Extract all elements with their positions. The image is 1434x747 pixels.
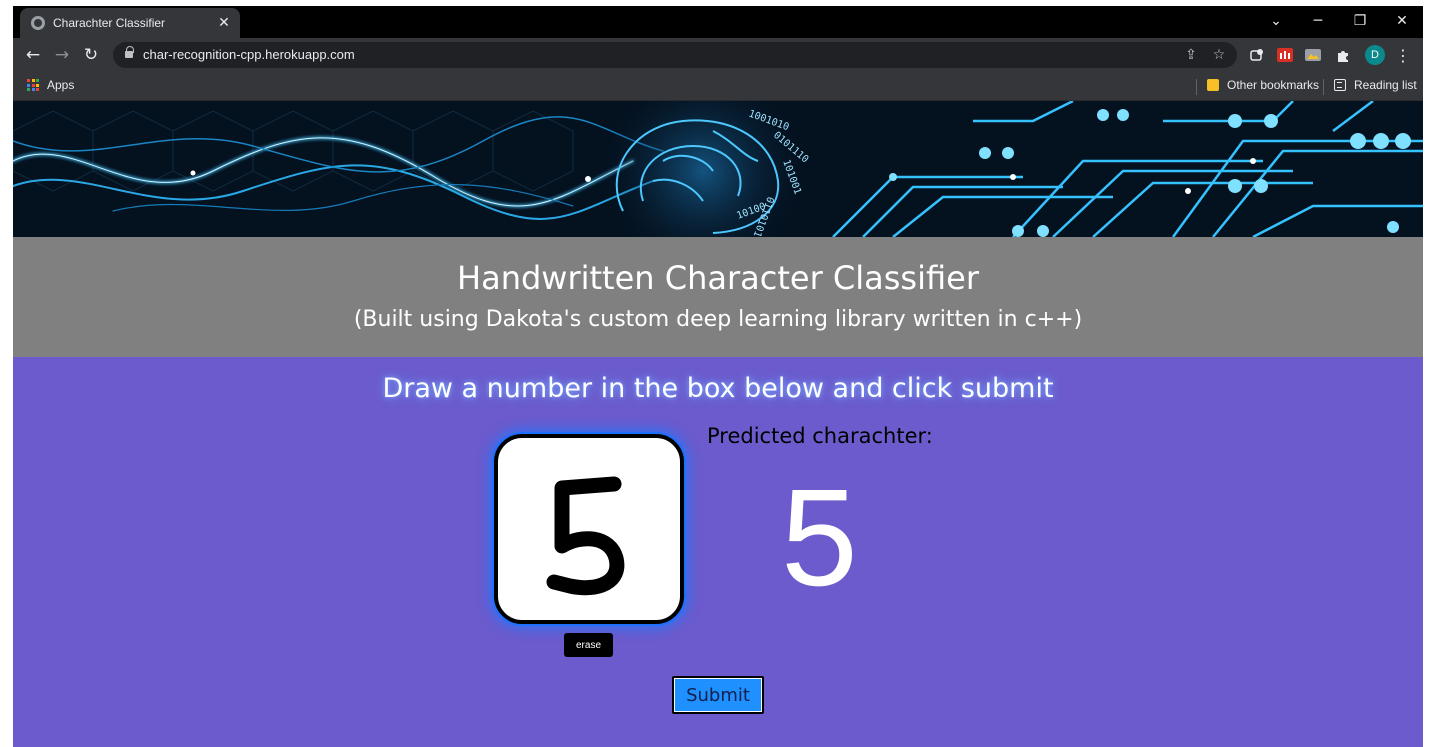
- extension-image-icon[interactable]: [1305, 47, 1321, 63]
- globe-icon: [31, 16, 45, 30]
- instruction-text: Draw a number in the box below and click…: [382, 373, 1054, 404]
- restore-icon[interactable]: ❐: [1339, 6, 1381, 36]
- other-bookmarks[interactable]: Other bookmarks: [1207, 78, 1319, 92]
- drawn-digit-stroke: [546, 476, 625, 596]
- prediction-value: 5: [781, 461, 858, 615]
- hero-banner-image: 1001010 0101110 101001 0110101 10100: [13, 101, 1423, 237]
- star-icon[interactable]: ☆: [1209, 45, 1229, 65]
- erase-button[interactable]: erase: [564, 633, 613, 657]
- kebab-menu-icon[interactable]: ⋮: [1395, 43, 1411, 67]
- other-bookmarks-label: Other bookmarks: [1227, 78, 1320, 92]
- page-subtitle: (Built using Dakota's custom deep learni…: [353, 307, 1083, 332]
- submit-button[interactable]: Submit: [672, 676, 764, 714]
- extension-icon[interactable]: [1249, 47, 1265, 63]
- bookmarks-divider: [1196, 79, 1197, 95]
- drawing-canvas[interactable]: [494, 434, 684, 624]
- page-title: Handwritten Character Classifier: [457, 259, 979, 297]
- tab-search-icon[interactable]: ⌄: [1255, 6, 1297, 36]
- minimize-icon[interactable]: ─: [1297, 6, 1339, 36]
- page-content: 1001010 0101110 101001 0110101 10100 Han…: [13, 101, 1423, 747]
- apps-grid-icon: [27, 79, 39, 91]
- apps-bookmark[interactable]: Apps: [27, 78, 74, 92]
- reading-list-icon: [1334, 79, 1346, 91]
- profile-avatar[interactable]: D: [1365, 45, 1385, 65]
- tab-strip: Charachter Classifier ✕ ⌄ ─ ❐ ✕: [13, 6, 1423, 38]
- back-icon[interactable]: ←: [21, 43, 45, 67]
- extension-red-icon[interactable]: [1277, 47, 1293, 63]
- reload-icon[interactable]: ↻: [79, 43, 103, 67]
- bookmarks-bar: Apps Other bookmarks Reading list: [13, 72, 1423, 101]
- close-window-icon[interactable]: ✕: [1381, 6, 1423, 36]
- forward-icon[interactable]: →: [50, 43, 74, 67]
- bookmarks-divider: [1323, 79, 1324, 95]
- tab-title: Charachter Classifier: [53, 16, 166, 30]
- browser-toolbar: ← → ↻ char-recognition-cpp.herokuapp.com…: [13, 38, 1423, 72]
- browser-window: Charachter Classifier ✕ ⌄ ─ ❐ ✕ ← → ↻ ch…: [13, 6, 1423, 747]
- page-header: Handwritten Character Classifier (Built …: [13, 237, 1423, 357]
- prediction-label: Predicted charachter:: [707, 424, 933, 448]
- apps-label: Apps: [47, 78, 75, 92]
- classifier-section: Draw a number in the box below and click…: [13, 357, 1423, 747]
- extensions-puzzle-icon[interactable]: [1335, 47, 1351, 63]
- share-icon[interactable]: ⇪: [1181, 45, 1201, 65]
- reading-list[interactable]: Reading list: [1334, 78, 1417, 92]
- close-tab-icon[interactable]: ✕: [215, 15, 233, 31]
- folder-icon: [1207, 79, 1219, 91]
- browser-tab[interactable]: Charachter Classifier ✕: [20, 8, 240, 38]
- url-text[interactable]: char-recognition-cpp.herokuapp.com: [143, 47, 355, 62]
- address-bar[interactable]: char-recognition-cpp.herokuapp.com ⇪ ☆: [113, 42, 1237, 68]
- lock-icon[interactable]: [125, 46, 134, 59]
- reading-list-label: Reading list: [1354, 78, 1417, 92]
